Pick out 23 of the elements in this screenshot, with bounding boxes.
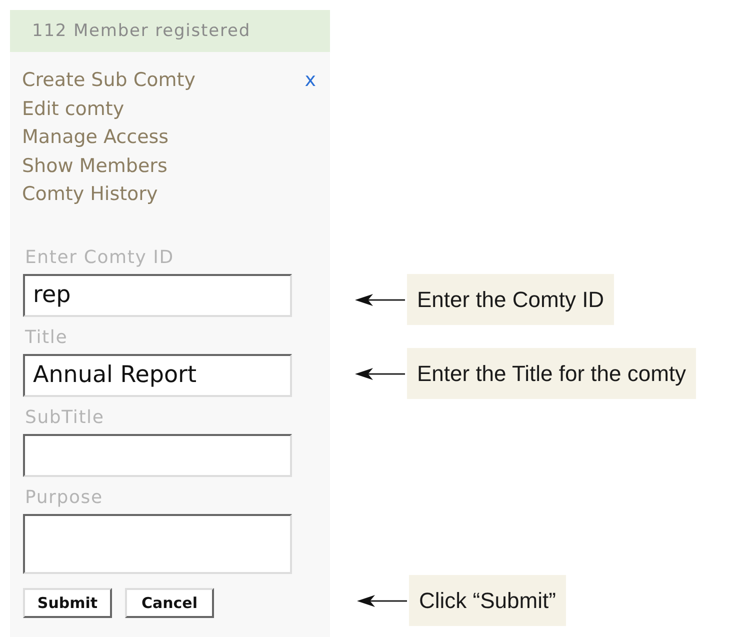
arrow [355, 294, 405, 306]
field-label: Purpose [24, 486, 103, 510]
field-label: Title [24, 326, 68, 350]
arrow [357, 594, 407, 606]
menu-link[interactable]: Comty History [22, 180, 196, 208]
member-count-banner: 112 Member registered [10, 10, 330, 52]
input-field[interactable]: Annual Report [23, 354, 292, 396]
menu-link[interactable]: Edit comty [22, 94, 196, 123]
input-field[interactable] [23, 434, 292, 476]
callout-note: Enter the Title for the comty [407, 348, 696, 399]
submit-button[interactable]: Submit [23, 588, 112, 618]
menu-link[interactable]: Create Sub Comty [22, 66, 196, 94]
callout-note: Enter the Comty ID [407, 274, 614, 325]
callout-note: Click “Submit” [409, 575, 566, 626]
menu-link[interactable]: Manage Access [22, 123, 196, 152]
input-field[interactable]: rep [23, 274, 292, 316]
arrow [355, 368, 405, 380]
purpose-field[interactable] [23, 514, 292, 574]
close-link[interactable]: x [304, 66, 316, 208]
menu-link[interactable]: Show Members [22, 152, 196, 180]
cancel-button[interactable]: Cancel [125, 588, 214, 618]
field-label: Enter Comty ID [24, 246, 174, 270]
field-label: SubTitle [24, 406, 104, 430]
